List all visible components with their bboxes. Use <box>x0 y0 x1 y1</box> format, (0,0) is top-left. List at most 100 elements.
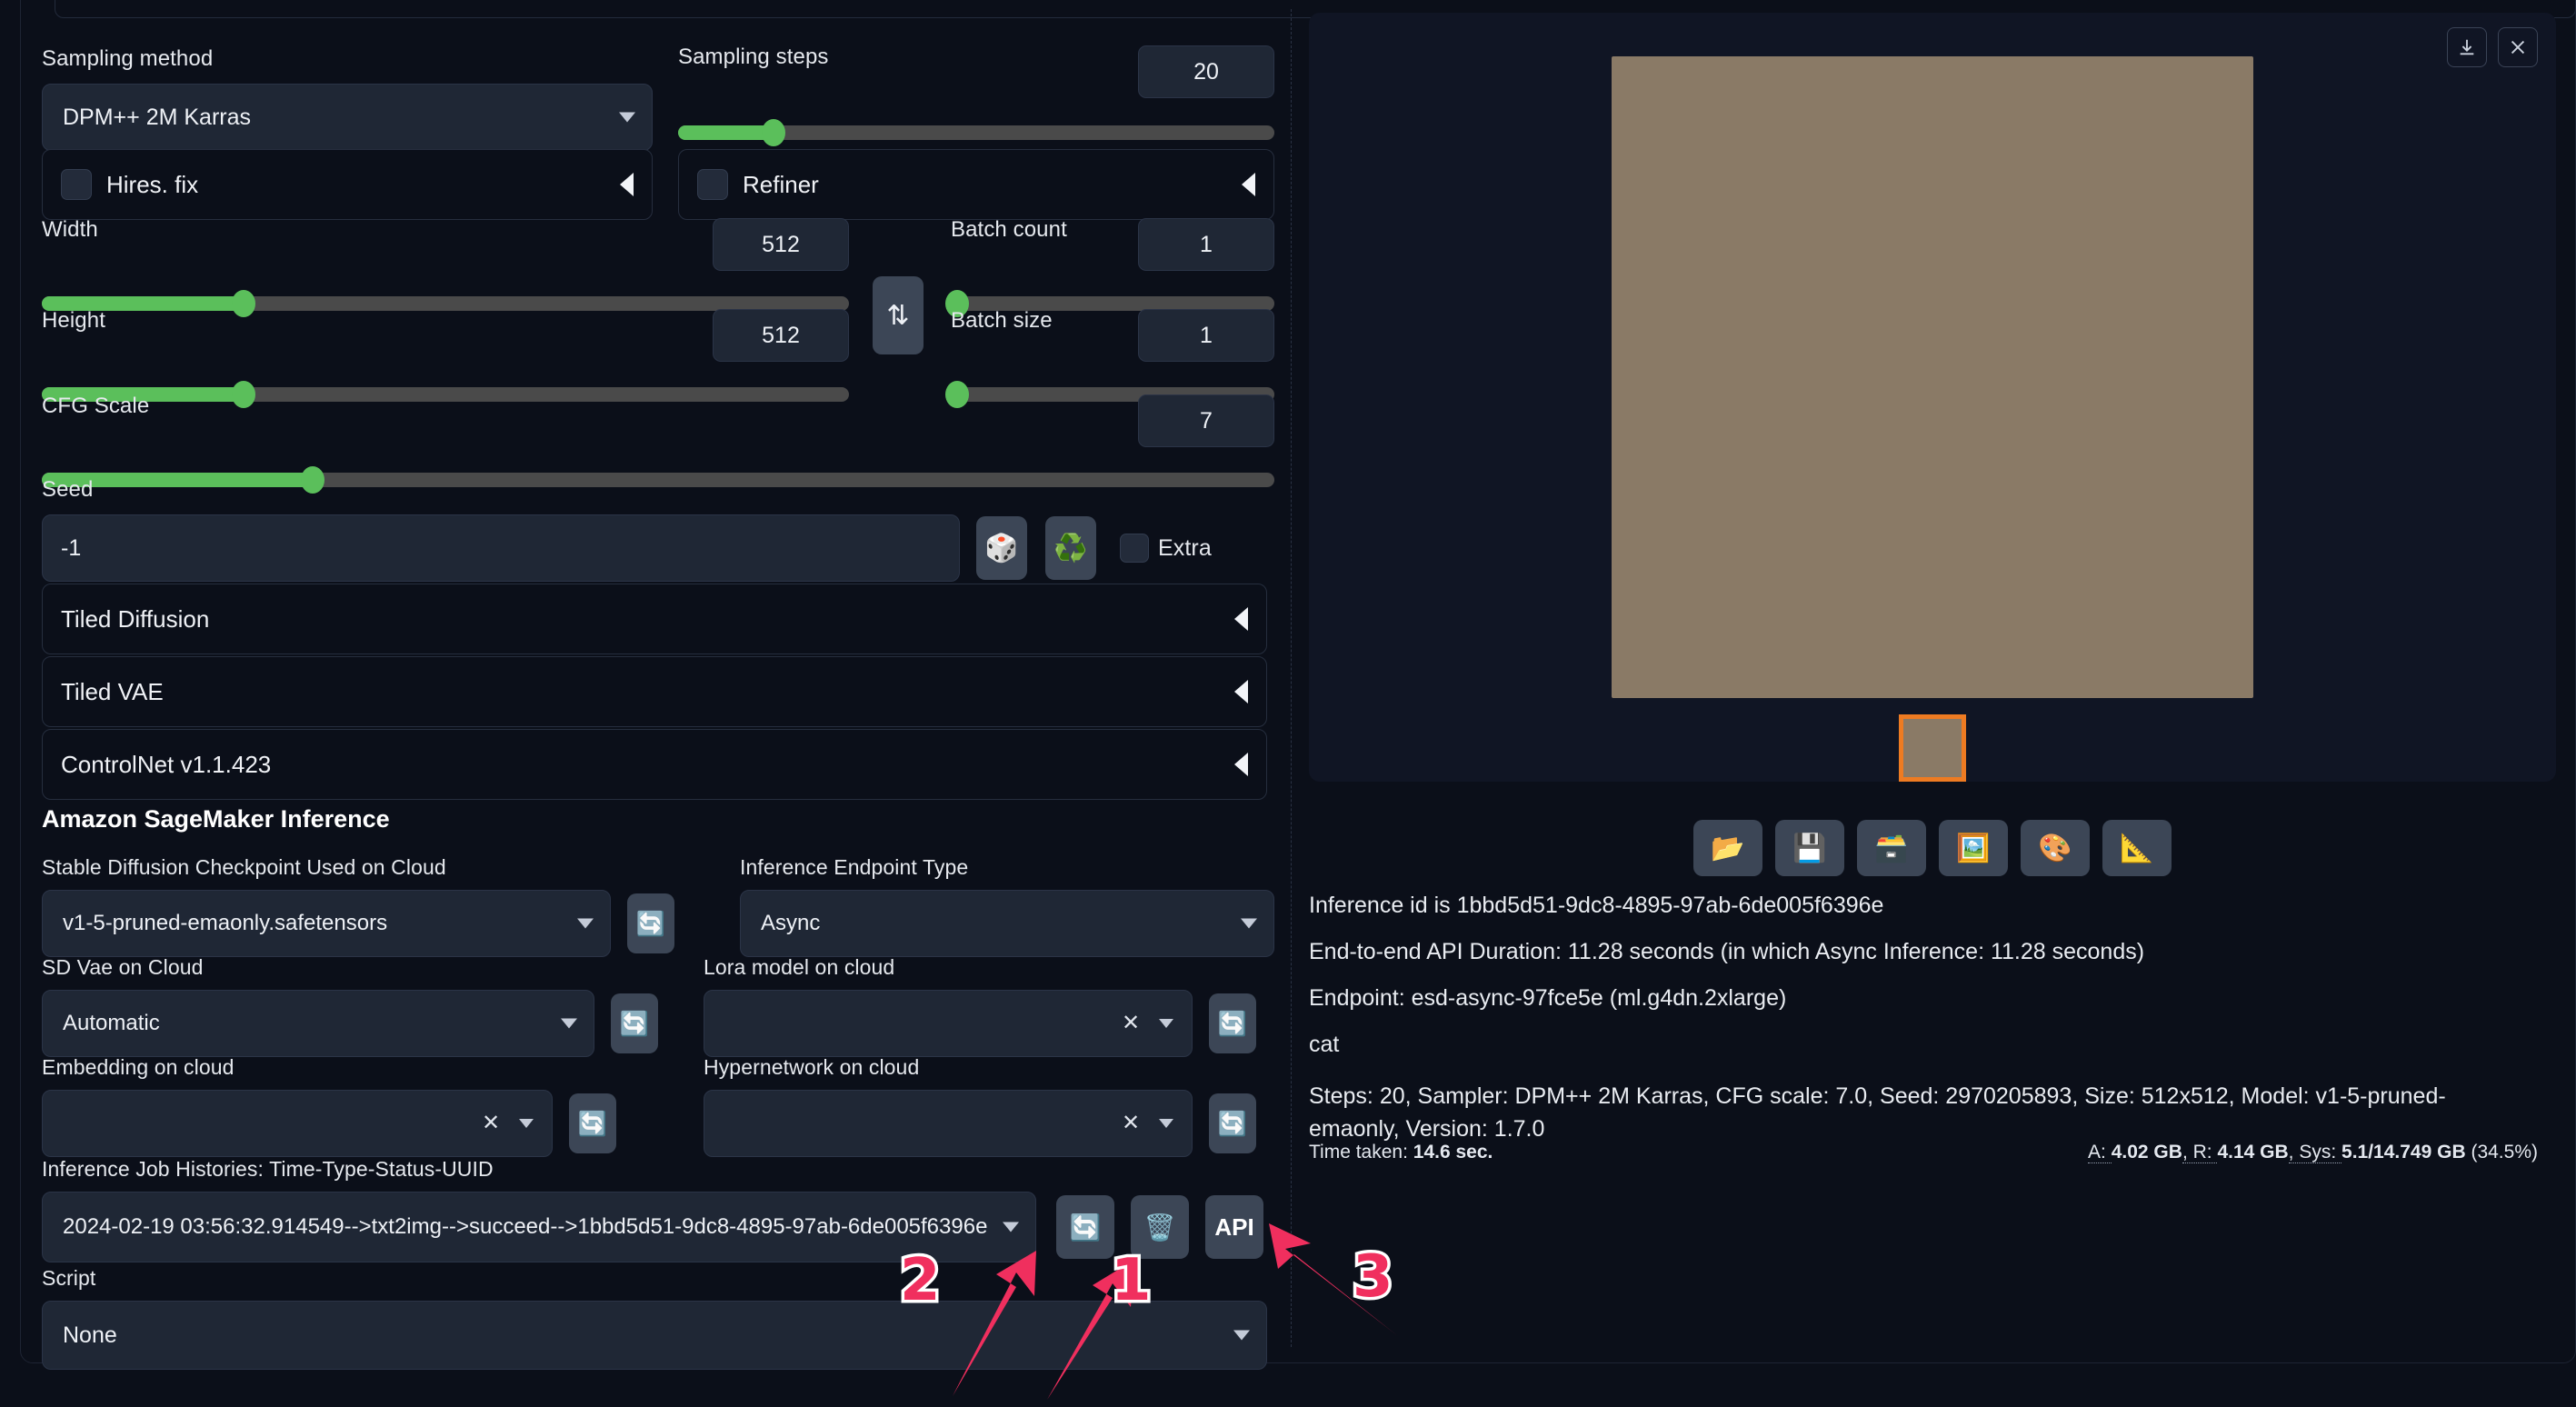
chevron-down-icon <box>1159 1119 1173 1128</box>
checkpoint-label: Stable Diffusion Checkpoint Used on Clou… <box>42 856 674 879</box>
tiled-diffusion-accordion[interactable]: Tiled Diffusion <box>42 584 1267 654</box>
sd-vae-label: SD Vae on Cloud <box>42 956 658 979</box>
sampling-method-value: DPM++ 2M Karras <box>63 105 251 131</box>
checkpoint-group: Stable Diffusion Checkpoint Used on Clou… <box>42 856 674 957</box>
script-label: Script <box>42 1267 1267 1290</box>
extra-seed-label: Extra <box>1158 536 1212 562</box>
batch-count-group: Batch count 1 <box>951 218 1274 311</box>
chevron-down-icon <box>1003 1222 1019 1232</box>
extra-seed-checkbox[interactable] <box>1120 534 1149 563</box>
recycle-icon: ♻️ <box>1053 533 1087 564</box>
batch-count-value[interactable]: 1 <box>1138 218 1274 271</box>
sampling-method-group: Sampling method DPM++ 2M Karras <box>42 47 653 151</box>
chevron-down-icon <box>619 113 635 123</box>
cat-photo <box>1612 56 2253 698</box>
chevron-left-icon <box>1242 173 1255 196</box>
endpoint-type-dropdown[interactable]: Async <box>740 890 1274 957</box>
refresh-lora-button[interactable]: 🔄 <box>1209 993 1256 1053</box>
mem-s-value: 5.1/14.749 GB <box>2341 1142 2466 1163</box>
hires-fix-accordion[interactable]: Hires. fix <box>42 149 653 220</box>
lora-group: Lora model on cloud ✕ 🔄 <box>704 956 1256 1057</box>
sampling-steps-group: Sampling steps 20 <box>678 45 1274 140</box>
generated-image[interactable] <box>1612 56 2253 698</box>
send-to-extras-button[interactable]: 📐 <box>2102 820 2172 876</box>
refresh-icon: 🔄 <box>1218 1010 1247 1038</box>
seed-input[interactable]: -1 <box>42 514 960 582</box>
save-button[interactable]: 💾 <box>1775 820 1844 876</box>
lora-dropdown[interactable]: ✕ <box>704 990 1193 1057</box>
chevron-down-icon <box>561 1019 577 1029</box>
reuse-seed-button[interactable]: ♻️ <box>1045 516 1096 580</box>
script-dropdown[interactable]: None <box>42 1301 1267 1370</box>
open-folder-button[interactable]: 📂 <box>1693 820 1762 876</box>
swap-dimensions-button[interactable]: ⇅ <box>873 276 924 354</box>
job-histories-dropdown[interactable]: 2024-02-19 03:56:32.914549-->txt2img-->s… <box>42 1192 1036 1262</box>
tiled-vae-label: Tiled VAE <box>61 678 164 706</box>
chevron-down-icon <box>1159 1019 1173 1028</box>
refresh-hypernetwork-button[interactable]: 🔄 <box>1209 1093 1256 1153</box>
refiner-label: Refiner <box>743 171 819 199</box>
embedding-dropdown[interactable]: ✕ <box>42 1090 553 1157</box>
width-group: Width 512 <box>42 218 849 311</box>
send-to-inpaint-button[interactable]: 🎨 <box>2021 820 2090 876</box>
send-to-img2img-button[interactable]: 🖼️ <box>1939 820 2008 876</box>
checkpoint-dropdown[interactable]: v1-5-pruned-emaonly.safetensors <box>42 890 611 957</box>
floppy-disk-icon: 💾 <box>1792 833 1826 864</box>
job-histories-value: 2024-02-19 03:56:32.914549-->txt2img-->s… <box>63 1214 987 1240</box>
card-file-box-icon: 🗃️ <box>1874 833 1908 864</box>
download-image-button[interactable] <box>2447 27 2487 67</box>
cfg-scale-value[interactable]: 7 <box>1138 394 1274 447</box>
refresh-icon: 🔄 <box>578 1110 607 1138</box>
sampling-method-dropdown[interactable]: DPM++ 2M Karras <box>42 84 653 151</box>
clear-icon[interactable]: ✕ <box>477 1110 504 1137</box>
sampling-steps-value[interactable]: 20 <box>1138 45 1274 98</box>
height-value[interactable]: 512 <box>713 309 849 362</box>
clear-icon[interactable]: ✕ <box>1117 1110 1144 1137</box>
batch-size-value[interactable]: 1 <box>1138 309 1274 362</box>
thumbnail-strip <box>1899 714 1966 782</box>
chevron-left-icon <box>1234 607 1248 631</box>
thumbnail-item[interactable] <box>1899 714 1966 782</box>
script-group: Script None <box>42 1267 1267 1370</box>
column-divider <box>1291 9 1292 1347</box>
annotation-number-3: 3 <box>1353 1243 1393 1311</box>
mem-pct: (34.5%) <box>2466 1142 2538 1163</box>
refiner-checkbox[interactable] <box>697 169 728 200</box>
tiled-vae-accordion[interactable]: Tiled VAE <box>42 656 1267 727</box>
time-taken: Time taken: 14.6 sec. <box>1309 1142 1493 1163</box>
status-footer: Time taken: 14.6 sec. A: 4.02 GB, R: 4.1… <box>1309 1142 2538 1163</box>
swap-arrows-icon: ⇅ <box>886 300 909 332</box>
hypernetwork-dropdown[interactable]: ✕ <box>704 1090 1193 1157</box>
hires-fix-checkbox[interactable] <box>61 169 92 200</box>
random-seed-button[interactable]: 🎲 <box>976 516 1027 580</box>
refresh-checkpoint-button[interactable]: 🔄 <box>627 893 674 953</box>
sd-vae-value: Automatic <box>63 1011 160 1036</box>
trash-icon: 🗑️ <box>1144 1212 1176 1242</box>
close-icon <box>2508 37 2528 57</box>
mem-r-label: , R: <box>2182 1142 2218 1163</box>
refiner-accordion[interactable]: Refiner <box>678 149 1274 220</box>
artist-palette-icon: 🎨 <box>2038 833 2072 864</box>
api-button[interactable]: API <box>1205 1195 1263 1259</box>
info-line-prompt: cat <box>1309 1033 2556 1056</box>
sampling-steps-slider[interactable] <box>678 125 1274 140</box>
mem-r-value: 4.14 GB <box>2217 1142 2288 1163</box>
script-value: None <box>63 1322 117 1349</box>
sd-vae-dropdown[interactable]: Automatic <box>42 990 594 1057</box>
hires-fix-label: Hires. fix <box>106 171 198 199</box>
controlnet-accordion[interactable]: ControlNet v1.1.423 <box>42 729 1267 800</box>
refresh-sd-vae-button[interactable]: 🔄 <box>611 993 658 1053</box>
seed-label: Seed <box>42 478 1274 502</box>
refresh-embedding-button[interactable]: 🔄 <box>569 1093 616 1153</box>
width-value[interactable]: 512 <box>713 218 849 271</box>
clear-icon[interactable]: ✕ <box>1117 1010 1144 1037</box>
right-result-column: 📂 💾 🗃️ 🖼️ 🎨 📐 Inferen <box>1309 13 2556 1322</box>
memory-usage: A: 4.02 GB, R: 4.14 GB, Sys: 5.1/14.749 … <box>2088 1142 2538 1163</box>
close-image-button[interactable] <box>2498 27 2538 67</box>
result-image-panel: 📂 💾 🗃️ 🖼️ 🎨 📐 <box>1309 13 2556 782</box>
sampling-method-label: Sampling method <box>42 47 653 71</box>
zip-button[interactable]: 🗃️ <box>1857 820 1926 876</box>
refresh-job-histories-button[interactable]: 🔄 <box>1056 1195 1114 1259</box>
mem-a-label: A: <box>2088 1142 2112 1163</box>
job-histories-label: Inference Job Histories: Time-Type-Statu… <box>42 1158 1274 1181</box>
